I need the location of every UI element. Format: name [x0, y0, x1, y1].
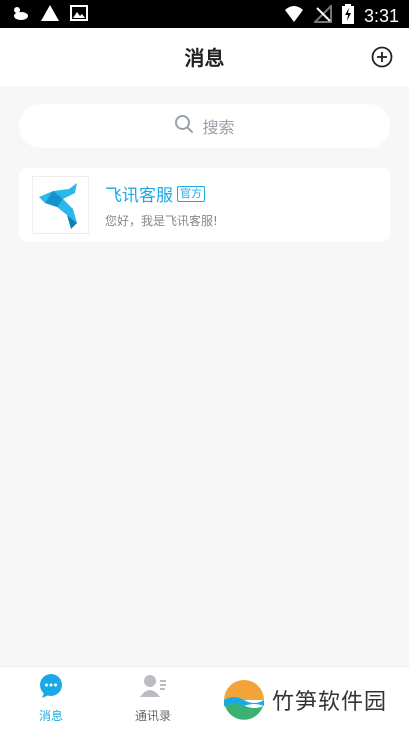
watermark: 竹笋软件园	[222, 677, 396, 723]
nav-label-messages: 消息	[38, 709, 63, 723]
status-right-icons: 3:31	[284, 3, 399, 28]
image-icon	[70, 4, 88, 26]
battery-charging-icon	[341, 4, 354, 28]
add-circle-icon	[371, 46, 393, 68]
search-icon	[174, 114, 194, 138]
conversation-preview: 您好，我是飞讯客服!	[105, 214, 218, 228]
dolphin-icon	[39, 183, 77, 229]
cloud-sun-icon	[10, 4, 30, 26]
search-placeholder: 搜索	[202, 118, 235, 137]
conversation-name: 飞讯客服	[105, 186, 173, 206]
chat-bubble-icon	[40, 674, 62, 698]
search-input[interactable]: 搜索	[19, 104, 390, 148]
app-header: 消息	[0, 28, 409, 86]
add-button[interactable]	[371, 46, 393, 68]
watermark-text: 竹笋软件园	[272, 690, 388, 715]
status-time: 3:31	[363, 5, 399, 26]
nav-item-contacts[interactable]: 通讯录	[113, 673, 193, 724]
avatar	[32, 176, 89, 234]
conversation-name-row: 飞讯客服 官方	[105, 181, 205, 206]
status-left-icons	[10, 4, 88, 26]
nav-label-contacts: 通讯录	[134, 709, 171, 723]
bamboo-logo-icon	[223, 679, 265, 721]
page-title: 消息	[184, 46, 225, 70]
status-bar: 3:31	[0, 0, 409, 28]
conversation-item[interactable]: 飞讯客服 官方 您好，我是飞讯客服!	[19, 168, 390, 242]
nav-item-messages[interactable]: 消息	[11, 673, 91, 724]
contacts-icon	[140, 675, 166, 697]
warning-icon	[40, 4, 60, 26]
official-badge: 官方	[177, 185, 205, 202]
no-signal-icon	[312, 3, 332, 27]
wifi-icon	[284, 5, 304, 27]
